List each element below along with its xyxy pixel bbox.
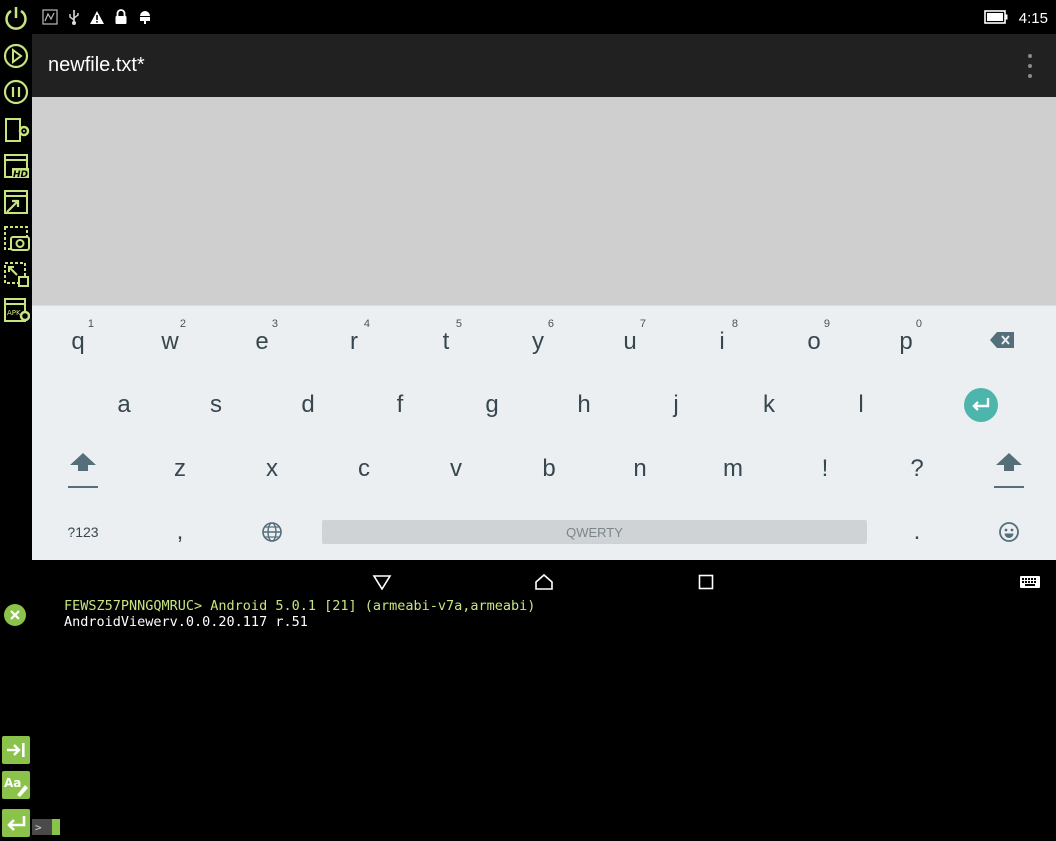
key-e[interactable]: e3 bbox=[222, 312, 302, 372]
key-comma[interactable]: , bbox=[140, 502, 220, 562]
key-a[interactable]: a bbox=[84, 375, 164, 435]
key-d[interactable]: d bbox=[268, 375, 348, 435]
console-output: FEWSZ57PNNGQMRUC> Android 5.0.1 [21] (ar… bbox=[64, 598, 535, 630]
resize-screen-icon[interactable] bbox=[0, 186, 32, 218]
key-v[interactable]: v bbox=[416, 439, 496, 499]
device-settings-icon[interactable] bbox=[0, 114, 32, 146]
shift-left-icon[interactable] bbox=[43, 439, 123, 499]
key-period[interactable]: . bbox=[877, 502, 957, 562]
close-console-icon[interactable] bbox=[4, 604, 26, 626]
space-bar[interactable]: QWERTY bbox=[322, 520, 867, 544]
key-w[interactable]: w2 bbox=[130, 312, 210, 372]
key-g[interactable]: g bbox=[452, 375, 532, 435]
pause-icon[interactable] bbox=[0, 76, 32, 108]
app-bar: newfile.txt* bbox=[32, 34, 1056, 97]
key-o[interactable]: o9 bbox=[774, 312, 854, 372]
lock-icon bbox=[114, 9, 128, 25]
back-icon[interactable] bbox=[367, 570, 397, 594]
command-prompt[interactable]: > bbox=[32, 819, 60, 835]
screenshot-icon[interactable] bbox=[0, 222, 32, 254]
key-t[interactable]: t5 bbox=[406, 312, 486, 372]
enter-command-icon[interactable] bbox=[2, 809, 30, 837]
tool-sidebar: HD APK bbox=[0, 0, 32, 841]
svg-text:Aa: Aa bbox=[4, 776, 21, 790]
usb-icon bbox=[67, 9, 81, 25]
key-s[interactable]: s bbox=[176, 375, 256, 435]
more-vert-icon[interactable] bbox=[1024, 54, 1036, 78]
shift-right-icon[interactable] bbox=[969, 439, 1049, 499]
key-q[interactable]: q1 bbox=[38, 312, 118, 372]
clock: 4:15 bbox=[1018, 10, 1048, 27]
home-icon[interactable] bbox=[529, 570, 559, 594]
recents-icon[interactable] bbox=[691, 570, 721, 594]
backspace-icon[interactable] bbox=[962, 310, 1042, 370]
screen-capture-icon bbox=[42, 9, 58, 25]
key-f[interactable]: f bbox=[360, 375, 440, 435]
play-icon[interactable] bbox=[0, 40, 32, 72]
prompt-symbol: > bbox=[35, 821, 42, 834]
key-j[interactable]: j bbox=[636, 375, 716, 435]
symbols-key[interactable]: ?123 bbox=[43, 502, 123, 562]
text-editor-area[interactable] bbox=[32, 97, 1056, 305]
key-m[interactable]: m bbox=[693, 439, 773, 499]
key-question[interactable]: ? bbox=[877, 439, 957, 499]
key-x[interactable]: x bbox=[232, 439, 312, 499]
key-b[interactable]: b bbox=[509, 439, 589, 499]
key-r[interactable]: r4 bbox=[314, 312, 394, 372]
key-n[interactable]: n bbox=[600, 439, 680, 499]
key-z[interactable]: z bbox=[140, 439, 220, 499]
svg-text:HD: HD bbox=[13, 170, 29, 180]
hd-screen-icon[interactable]: HD bbox=[0, 150, 32, 182]
keyboard-icon[interactable] bbox=[1015, 570, 1045, 594]
enter-icon[interactable] bbox=[941, 375, 1021, 435]
key-l[interactable]: l bbox=[821, 375, 901, 435]
android-debug-icon bbox=[138, 9, 152, 25]
region-select-icon[interactable] bbox=[0, 258, 32, 290]
apk-settings-icon[interactable]: APK bbox=[0, 294, 32, 326]
status-bar: 4:15 bbox=[32, 0, 1056, 34]
key-h[interactable]: h bbox=[544, 375, 624, 435]
globe-icon[interactable] bbox=[232, 502, 312, 562]
battery-icon bbox=[984, 9, 1008, 25]
send-text-icon[interactable] bbox=[2, 736, 30, 764]
file-title: newfile.txt* bbox=[48, 54, 145, 76]
key-i[interactable]: i8 bbox=[682, 312, 762, 372]
key-y[interactable]: y6 bbox=[498, 312, 578, 372]
console-line: FEWSZ57PNNGQMRUC> Android 5.0.1 [21] (ar… bbox=[64, 598, 536, 614]
key-k[interactable]: k bbox=[729, 375, 809, 435]
key-exclamation[interactable]: ! bbox=[785, 439, 865, 499]
emoji-icon[interactable] bbox=[969, 502, 1049, 562]
text-input-icon[interactable]: Aa bbox=[2, 771, 30, 799]
warning-icon bbox=[89, 9, 105, 25]
soft-keyboard: q1 w2 e3 r4 t5 y6 u7 i8 o9 p0 a s d f g … bbox=[32, 305, 1056, 561]
console-line: AndroidViewerv.0.0.20.117 r.51 bbox=[64, 614, 308, 630]
key-p[interactable]: p0 bbox=[866, 312, 946, 372]
key-c[interactable]: c bbox=[324, 439, 404, 499]
key-u[interactable]: u7 bbox=[590, 312, 670, 372]
navigation-bar bbox=[32, 560, 1056, 600]
svg-text:APK: APK bbox=[7, 309, 21, 317]
power-icon[interactable] bbox=[0, 2, 32, 34]
